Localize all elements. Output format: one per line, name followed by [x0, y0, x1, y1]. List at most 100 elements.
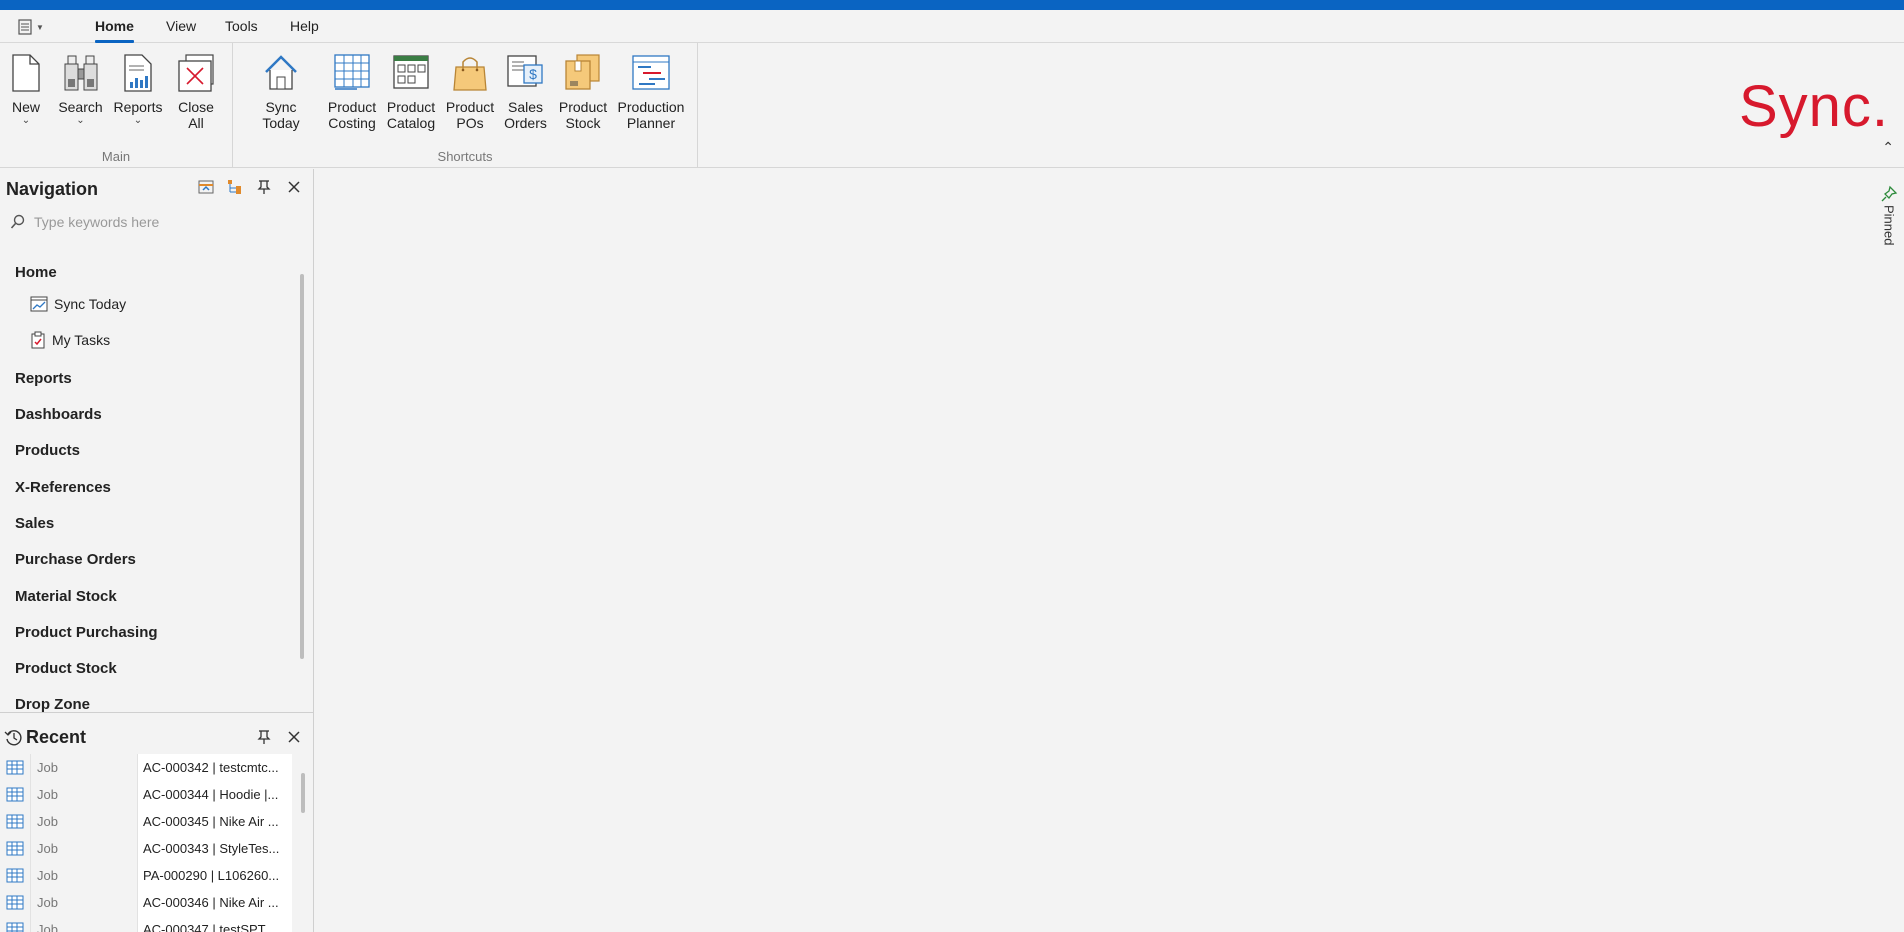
product-pos-button[interactable]: Product POs: [445, 53, 495, 131]
tab-view[interactable]: View: [166, 18, 196, 34]
close-all-button[interactable]: Close All: [176, 53, 216, 131]
new-button[interactable]: New ⌄: [10, 53, 42, 127]
product-catalog-button[interactable]: Product Catalog: [386, 53, 436, 131]
production-planner-button[interactable]: Production Planner: [615, 53, 687, 131]
sync-today-label: Sync Today: [262, 99, 300, 131]
tab-view-label: View: [166, 18, 197, 34]
tab-tools[interactable]: Tools: [225, 18, 258, 34]
chart-window-icon: [30, 296, 48, 312]
recent-pin-button[interactable]: [254, 727, 274, 747]
nav-purchase-orders[interactable]: Purchase Orders: [15, 551, 136, 568]
chevron-down-icon: ▼: [36, 22, 44, 32]
nav-product-stock[interactable]: Product Stock: [15, 660, 117, 677]
close-all-label-1: Close: [178, 99, 214, 115]
grid-icon: [6, 814, 24, 828]
recent-row[interactable]: Job AC-000346 | Nike Air ...: [0, 889, 292, 916]
tab-home[interactable]: Home: [95, 18, 134, 43]
expand-tree-button[interactable]: [225, 177, 245, 197]
recent-panel: Recent Job AC-000342 | testcmtc... Job A…: [0, 712, 314, 932]
tab-help[interactable]: Help: [290, 18, 319, 34]
chevron-down-icon: ⌄: [76, 115, 85, 126]
reports-button[interactable]: Reports ⌄: [113, 53, 163, 127]
pin-icon: [257, 180, 271, 194]
ribbon: New ⌄ Search ⌄ Reports ⌄ Close All Main …: [0, 43, 1904, 168]
sales-orders-label-1: Sales: [507, 99, 544, 115]
search-label: Search: [58, 99, 103, 115]
recent-row[interactable]: Job AC-000342 | testcmtc...: [0, 754, 292, 781]
recent-row[interactable]: Job AC-000344 | Hoodie |...: [0, 781, 292, 808]
nav-material-stock[interactable]: Material Stock: [15, 588, 117, 605]
product-pos-label-1: Product: [445, 99, 495, 115]
recent-type: Job: [30, 781, 137, 808]
recent-close-button[interactable]: [284, 727, 304, 747]
tree-icon: [228, 180, 241, 194]
sales-orders-button[interactable]: $ Sales Orders: [503, 53, 548, 131]
grid-icon: [6, 895, 24, 909]
collapse-all-button[interactable]: [196, 177, 216, 197]
nav-my-tasks[interactable]: My Tasks: [30, 331, 110, 349]
nav-reports[interactable]: Reports: [15, 370, 72, 387]
nav-home[interactable]: Home: [15, 264, 57, 281]
grid-icon: [6, 787, 24, 801]
grid-icon: [6, 841, 24, 855]
app-menu-button[interactable]: ▼: [18, 17, 46, 37]
search-button[interactable]: Search ⌄: [58, 53, 103, 127]
product-catalog-label-2: Catalog: [386, 115, 436, 131]
nav-products[interactable]: Products: [15, 442, 80, 459]
product-stock-label-2: Stock: [565, 115, 601, 131]
nav-sales[interactable]: Sales: [15, 515, 54, 532]
history-icon: [4, 729, 22, 745]
recent-row[interactable]: Job AC-000347 | testSPT...: [0, 916, 292, 932]
close-icon: [288, 181, 300, 193]
close-panel-button[interactable]: [284, 177, 304, 197]
pin-icon: [257, 730, 271, 744]
group-label-shortcuts: Shortcuts: [437, 149, 493, 164]
product-catalog-label-1: Product: [386, 99, 436, 115]
grid-icon: [6, 922, 24, 932]
gantt-chart-icon: [632, 55, 670, 90]
nav-sync-today[interactable]: Sync Today: [30, 296, 126, 312]
nav-x-references[interactable]: X-References: [15, 479, 111, 496]
recent-header: Recent: [4, 727, 86, 748]
nav-drop-zone[interactable]: Drop Zone: [15, 696, 90, 713]
navigation-title: Navigation: [6, 179, 99, 199]
title-bar: [0, 0, 1904, 10]
navigation-panel: Navigation Home Sync Today My Tasks Repo…: [0, 169, 314, 713]
recent-row[interactable]: Job AC-000343 | StyleTes...: [0, 835, 292, 862]
spreadsheet-icon: [334, 54, 370, 90]
search-input[interactable]: [34, 214, 284, 230]
nav-dashboards[interactable]: Dashboards: [15, 406, 102, 423]
recent-row[interactable]: Job AC-000345 | Nike Air ...: [0, 808, 292, 835]
pinned-tab[interactable]: Pinned: [1880, 185, 1898, 245]
ribbon-group-shortcuts: Sync Today Product Costing Product Catal…: [233, 43, 698, 168]
search-icon: [10, 214, 25, 229]
recent-row[interactable]: Job PA-000290 | L106260...: [0, 862, 292, 889]
recent-type: Job: [30, 754, 137, 781]
pin-button[interactable]: [254, 177, 274, 197]
group-label-main: Main: [101, 149, 131, 164]
svg-text:$: $: [529, 66, 537, 82]
tab-help-label: Help: [290, 18, 319, 34]
recent-type: Job: [30, 862, 137, 889]
product-costing-label-1: Product: [327, 99, 377, 115]
recent-desc: AC-000343 | StyleTes...: [137, 835, 292, 862]
navigation-search[interactable]: [10, 211, 300, 233]
recent-type: Job: [30, 889, 137, 916]
product-costing-button[interactable]: Product Costing: [327, 53, 377, 131]
catalog-icon: [393, 55, 429, 89]
product-stock-button[interactable]: Product Stock: [558, 53, 608, 131]
recent-desc: AC-000347 | testSPT...: [137, 916, 292, 932]
nav-product-purchasing[interactable]: Product Purchasing: [15, 624, 158, 641]
recent-scrollbar[interactable]: [301, 773, 305, 813]
pinned-label: Pinned: [1881, 205, 1897, 246]
pin-icon: [1881, 185, 1898, 202]
recent-desc: PA-000290 | L106260...: [137, 862, 292, 889]
sales-orders-icon: $: [506, 55, 543, 87]
grid-icon: [6, 760, 24, 774]
navigation-scrollbar[interactable]: [300, 274, 304, 659]
reports-label: Reports: [113, 99, 163, 115]
sync-today-button[interactable]: Sync Today: [245, 53, 317, 131]
close-icon: [288, 731, 300, 743]
collapse-ribbon-button[interactable]: ⌃: [1882, 139, 1894, 156]
product-stock-label-1: Product: [558, 99, 608, 115]
